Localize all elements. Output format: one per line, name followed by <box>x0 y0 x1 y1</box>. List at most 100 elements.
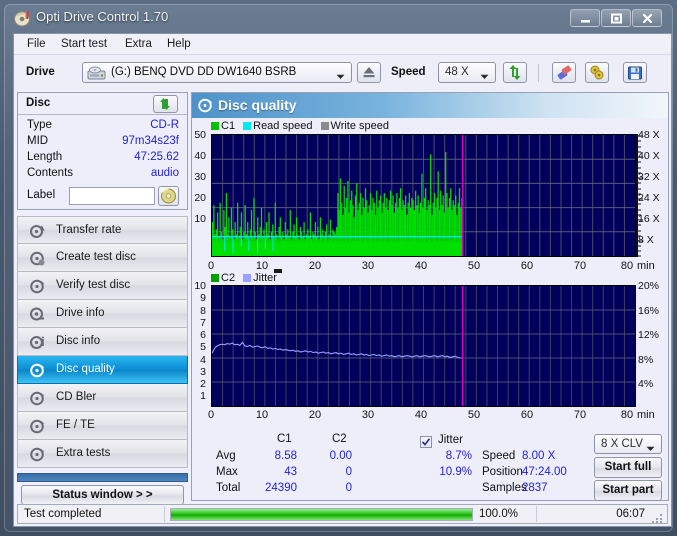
c2-ytick-right-12pct: 12% <box>638 329 660 341</box>
c2-xtick-0: 0 <box>207 409 215 421</box>
close-button[interactable] <box>632 9 662 27</box>
window-frame: Opti Drive Control 1.70 File Start test … <box>4 4 673 532</box>
legend-swatch-read-speed <box>243 122 252 130</box>
sidebar-item-cd-bler[interactable]: CD Bler <box>17 384 188 412</box>
clv-speed-select[interactable]: 8 X CLV <box>594 434 662 454</box>
disc-row-value: audio <box>150 167 179 179</box>
disc-row-key: Contents <box>27 167 74 179</box>
stats-max-c2: 0 <box>345 466 352 478</box>
disc-row-key: Type <box>27 119 52 131</box>
status-divider <box>164 506 165 522</box>
jitter-checkbox[interactable] <box>420 436 432 448</box>
c1-xtick-80: 80 <box>620 260 634 272</box>
c1-ytick-20: 20 <box>194 192 206 204</box>
sidebar-item-fe-te[interactable]: FE / TE <box>17 412 188 440</box>
c2-xaxis-label: min <box>637 409 655 421</box>
erase-button[interactable] <box>552 62 576 83</box>
erase-icon <box>553 65 575 85</box>
c2-ytick-right-8pct: 8% <box>638 354 654 366</box>
status-window-button[interactable]: Status window > > <box>21 485 184 505</box>
c1-ytick-30: 30 <box>194 171 206 183</box>
chevron-down-icon <box>336 71 345 83</box>
maximize-button[interactable] <box>601 9 631 27</box>
chevron-down-icon <box>646 443 655 455</box>
disc-refresh-button[interactable] <box>153 95 178 113</box>
bookmark-button[interactable] <box>585 62 609 83</box>
c1-xtick-0: 0 <box>207 260 215 272</box>
sidebar-item-disc-info[interactable]: Disc info <box>17 328 188 356</box>
position-stat-label: Position <box>482 466 523 478</box>
menu-bar: File Start test Extra Help <box>14 34 671 55</box>
c2-xtick-10: 10 <box>255 409 269 421</box>
speed-select[interactable]: 48 X <box>438 62 496 83</box>
sidebar-item-extra-tests[interactable]: Extra tests <box>17 440 188 468</box>
sidebar-item-disc-quality[interactable]: Disc quality <box>17 356 188 384</box>
menu-item-extra[interactable]: Extra <box>120 37 157 52</box>
stats-col-c1: C1 <box>277 433 292 445</box>
sidebar-item-label: Verify test disc <box>56 279 131 291</box>
title-bar: Opti Drive Control 1.70 <box>4 4 673 32</box>
sidebar-item-transfer-rate[interactable]: Transfer rate <box>17 216 188 244</box>
c1-xtick-40: 40 <box>414 260 428 272</box>
disc-icon <box>14 10 31 27</box>
save-icon <box>624 66 646 85</box>
disc-row-value: 97m34s23f <box>122 135 179 147</box>
disc-label-button[interactable] <box>158 186 179 206</box>
c2-ytick-1: 1 <box>200 390 206 402</box>
c1-xtick-50: 50 <box>467 260 481 272</box>
nav-list: Transfer rate Create test disc Verify te… <box>17 216 188 473</box>
disc-quality-panel: Disc quality C1 Read speed Write speed 5… <box>191 92 669 501</box>
disc-row-key: Length <box>27 151 63 163</box>
legend-resize-handle[interactable] <box>274 269 282 273</box>
drive-info-icon <box>29 306 46 323</box>
c1-xtick-10: 10 <box>255 260 269 272</box>
menu-item-start-test[interactable]: Start test <box>56 37 112 52</box>
sidebar-item-label: Disc quality <box>56 363 115 375</box>
disc-label-input[interactable] <box>69 187 155 205</box>
fe-te-icon <box>29 418 46 435</box>
legend-label-c2: C2 <box>221 272 236 284</box>
c2-ytick-4: 4 <box>200 354 206 366</box>
c2-ytick-2: 2 <box>200 378 206 390</box>
speed-stat-label: Speed <box>482 450 516 462</box>
c2-xtick-80: 80 <box>620 409 634 421</box>
disc-info-icon <box>29 334 46 351</box>
save-button[interactable] <box>623 62 647 83</box>
start-full-button[interactable]: Start full <box>594 457 662 478</box>
c2-ytick-5: 5 <box>200 341 206 353</box>
sidebar-item-drive-info[interactable]: Drive info <box>17 300 188 328</box>
refresh-icon <box>504 65 526 85</box>
minimize-button[interactable] <box>570 9 600 27</box>
sidebar-item-verify-test-disc[interactable]: Verify test disc <box>17 272 188 300</box>
progress-bar <box>170 508 473 521</box>
resize-grip[interactable] <box>652 514 663 526</box>
start-part-button[interactable]: Start part <box>594 480 662 501</box>
create-disc-icon <box>29 250 46 267</box>
c2-ytick-7: 7 <box>200 317 206 329</box>
elapsed-time: 06:07 <box>616 508 645 520</box>
chevron-down-icon <box>480 71 489 83</box>
c1-xtick-20: 20 <box>308 260 322 272</box>
c2-ytick-3: 3 <box>200 366 206 378</box>
samples-stat-value: 2837 <box>522 482 548 494</box>
legend-swatch-jitter <box>243 274 252 282</box>
c2-xtick-20: 20 <box>308 409 322 421</box>
eject-button[interactable] <box>357 62 381 83</box>
position-stat-value: 47:24.00 <box>522 466 567 478</box>
transfer-rate-icon <box>29 223 46 240</box>
stats-col-c2: C2 <box>332 433 347 445</box>
disc-row-value: CD-R <box>150 119 179 131</box>
disc-panel-title: Disc <box>26 97 51 109</box>
window-title: Opti Drive Control 1.70 <box>36 9 169 24</box>
menu-item-help[interactable]: Help <box>162 37 196 52</box>
sidebar-item-label: FE / TE <box>56 419 95 431</box>
speed-label: Speed <box>391 66 426 78</box>
disc-label-caption: Label <box>27 189 56 201</box>
c2-xtick-40: 40 <box>414 409 428 421</box>
menu-item-file[interactable]: File <box>22 37 51 52</box>
jitter-max-value: 10.9% <box>439 466 472 478</box>
refresh-button[interactable] <box>503 62 527 83</box>
sidebar-item-create-test-disc[interactable]: Create test disc <box>17 244 188 272</box>
c2-ytick-10: 10 <box>194 280 206 292</box>
drive-select[interactable]: (G:) BENQ DVD DD DW1640 BSRB <box>82 62 352 83</box>
